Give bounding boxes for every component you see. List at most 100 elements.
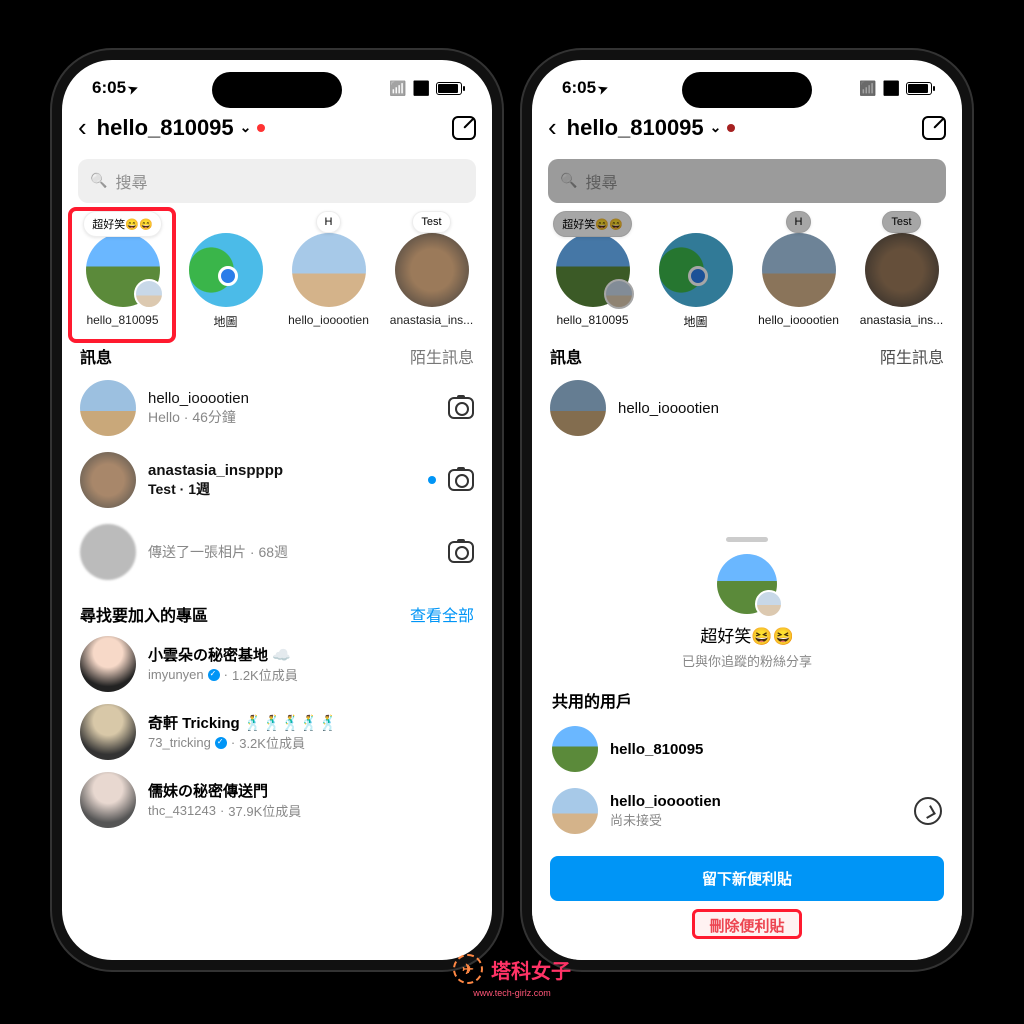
signal-icon [389, 78, 406, 98]
channel-name: 儒妹の秘密傳送門 [148, 780, 301, 801]
back-button[interactable]: ‹ [548, 112, 557, 143]
user-status: 尚未接受 [610, 810, 721, 829]
location-icon [596, 78, 608, 97]
notch [212, 72, 342, 108]
see-all-link[interactable]: 查看全部 [410, 602, 474, 626]
channel-sub: thc_431243 · 37.9K位成員 [148, 801, 301, 820]
note-item: Test anastasia_ins... [851, 215, 952, 330]
sheet-section-label: 共用的用戶 [532, 670, 962, 718]
notes-row[interactable]: 超好笑😄😄 hello_810095 地圖 H hello_iooootien … [62, 211, 492, 330]
search-icon [90, 172, 107, 190]
verified-icon [215, 737, 227, 749]
channel-row[interactable]: 奇軒 Tricking 🕺🕺🕺🕺🕺 73_tricking · 3.2K位成員 [62, 698, 492, 766]
status-icons [389, 78, 462, 98]
sheet-handle[interactable] [726, 537, 768, 542]
message-requests-link[interactable]: 陌生訊息 [410, 344, 474, 368]
battery-icon [906, 82, 932, 95]
camera-icon[interactable] [448, 469, 474, 491]
note-label: hello_810095 [556, 313, 628, 327]
wifi-icon [883, 78, 900, 98]
note-avatar [865, 233, 939, 307]
note-label: 地圖 [683, 313, 707, 330]
unread-dot [257, 124, 265, 132]
channel-name: 小雲朵の秘密基地 ☁️ [148, 644, 298, 665]
note-label: 地圖 [213, 313, 237, 330]
messenger-icon[interactable] [914, 797, 942, 825]
verified-icon [208, 669, 220, 681]
compose-button[interactable] [922, 116, 946, 140]
note-item-self[interactable]: 超好笑😄😄 hello_810095 [72, 215, 173, 330]
user-name: hello_iooootien [610, 793, 721, 810]
back-button[interactable]: ‹ [78, 112, 87, 143]
msg-sub: Test · 1週 [148, 479, 416, 499]
channel-sub: imyunyen · 1.2K位成員 [148, 665, 298, 684]
note-bubble: Test [412, 211, 450, 233]
unread-dot [428, 476, 436, 484]
phone-right: 6:05 ‹ hello_810095 ⌄ 搜尋 [522, 50, 972, 970]
note-label: hello_iooootien [758, 313, 839, 327]
message-row[interactable]: hello_iooootien Hello · 46分鐘 [62, 372, 492, 444]
note-avatar [762, 233, 836, 307]
message-row: hello_iooootien [532, 372, 962, 444]
channel-row[interactable]: 儒妹の秘密傳送門 thc_431243 · 37.9K位成員 [62, 766, 492, 834]
new-note-button[interactable]: 留下新便利貼 [550, 856, 944, 901]
note-item-map: 地圖 [645, 215, 746, 330]
msg-name: hello_iooootien [618, 400, 944, 417]
note-item[interactable]: Test anastasia_ins... [381, 215, 482, 330]
note-label: hello_iooootien [288, 313, 369, 327]
msg-name: hello_iooootien [148, 390, 436, 407]
avatar [80, 380, 136, 436]
search-input[interactable]: 搜尋 [548, 159, 946, 203]
section-title: 尋找要加入的專區 [80, 602, 208, 626]
watermark-url: www.tech-girlz.com [473, 988, 551, 998]
note-label: anastasia_ins... [860, 313, 943, 327]
avatar [80, 452, 136, 508]
msg-sub: Hello · 46分鐘 [148, 407, 436, 427]
message-row[interactable]: anastasia_inspppp Test · 1週 [62, 444, 492, 516]
battery-icon [436, 82, 462, 95]
signal-icon [859, 78, 876, 98]
search-input[interactable]: 搜尋 [78, 159, 476, 203]
shared-user-row[interactable]: hello_iooootien 尚未接受 [532, 780, 962, 842]
unread-dot [727, 124, 735, 132]
message-requests-link: 陌生訊息 [880, 344, 944, 368]
messages-section-header: 訊息 陌生訊息 [532, 330, 962, 372]
status-icons [859, 78, 932, 98]
note-bubble: H [786, 211, 812, 233]
note-avatar [189, 233, 263, 307]
search-icon [560, 172, 577, 190]
note-avatar [86, 233, 160, 307]
watermark: ✈ 塔科女子 [453, 954, 571, 984]
chevron-down-icon: ⌄ [240, 119, 252, 136]
header-title[interactable]: hello_810095 ⌄ [97, 115, 442, 141]
camera-icon[interactable] [448, 397, 474, 419]
header: ‹ hello_810095 ⌄ [532, 104, 962, 151]
header-title[interactable]: hello_810095 ⌄ [567, 115, 912, 141]
watermark-icon: ✈ [453, 954, 483, 984]
delete-note-button[interactable]: 刪除便利貼 [532, 901, 962, 942]
note-sub-avatar [134, 279, 164, 309]
search-placeholder: 搜尋 [585, 169, 617, 193]
shared-user-row[interactable]: hello_810095 [532, 718, 962, 780]
compose-button[interactable] [452, 116, 476, 140]
wifi-icon [413, 78, 430, 98]
msg-sub: 傳送了一張相片 · 68週 [148, 542, 436, 562]
note-sub-avatar [755, 590, 783, 618]
avatar [550, 380, 606, 436]
sheet-subtitle: 已與你追蹤的粉絲分享 [532, 651, 962, 670]
note-bubble: H [316, 211, 342, 233]
note-avatar [556, 233, 630, 307]
note-item-map[interactable]: 地圖 [175, 215, 276, 330]
avatar [80, 636, 136, 692]
section-title: 訊息 [80, 344, 112, 368]
sheet-avatar [717, 554, 777, 614]
note-item[interactable]: H hello_iooootien [278, 215, 379, 330]
camera-icon[interactable] [448, 541, 474, 563]
channel-row[interactable]: 小雲朵の秘密基地 ☁️ imyunyen · 1.2K位成員 [62, 630, 492, 698]
note-item: H hello_iooootien [748, 215, 849, 330]
messages-section-header: 訊息 陌生訊息 [62, 330, 492, 372]
msg-name: anastasia_inspppp [148, 462, 416, 479]
avatar [80, 772, 136, 828]
message-row[interactable]: 傳送了一張相片 · 68週 [62, 516, 492, 588]
note-detail-sheet: 超好笑😆😆 已與你追蹤的粉絲分享 共用的用戶 hello_810095 hell… [532, 521, 962, 960]
